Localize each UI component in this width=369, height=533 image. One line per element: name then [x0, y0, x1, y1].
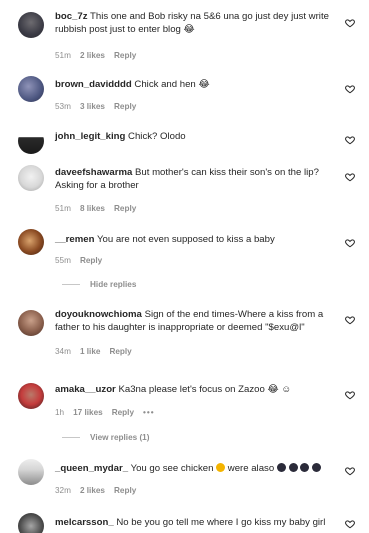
emoji-icon	[276, 463, 286, 472]
avatar[interactable]	[18, 229, 44, 255]
hide-replies-button[interactable]: Hide replies	[62, 280, 136, 289]
heart-icon[interactable]	[345, 519, 355, 529]
avatar[interactable]	[18, 12, 44, 38]
comment-username[interactable]: amaka__uzor	[55, 384, 116, 395]
emoji-icon	[288, 463, 298, 472]
laughing-emoji-icon	[216, 463, 226, 472]
emoji: 😂	[198, 79, 210, 90]
divider	[62, 284, 80, 285]
comment-meta: 53m 3 likes Reply	[55, 102, 145, 111]
comment-likes[interactable]: 2 likes	[80, 486, 105, 495]
avatar[interactable]	[18, 310, 44, 336]
reply-button[interactable]: Reply	[112, 408, 134, 417]
comment-body: You go see chicken	[130, 463, 214, 474]
comment-item: john_legit_king Chick? Olodo	[0, 128, 369, 154]
avatar[interactable]	[18, 165, 44, 191]
comment-likes[interactable]: 1 like	[80, 347, 101, 356]
comment-username[interactable]: __remen	[55, 234, 94, 245]
reply-button[interactable]: Reply	[114, 486, 136, 495]
comment-item: amaka__uzor Ka3na please let's focus on …	[0, 380, 369, 444]
comment-item: melcarsson_ No be you go tell me where I…	[0, 513, 369, 533]
heart-icon[interactable]	[345, 238, 355, 248]
comment-item: boc_7z This one and Bob risky na 5&6 una…	[0, 10, 369, 62]
comment-body: You are not even supposed to kiss a baby	[96, 234, 275, 245]
comment-username[interactable]: boc_7z	[55, 11, 88, 22]
heart-icon[interactable]	[345, 84, 355, 94]
heart-icon[interactable]	[345, 390, 355, 400]
emoji: 😂 ☺	[267, 384, 292, 395]
more-options-icon[interactable]: •••	[143, 408, 155, 417]
comment-likes[interactable]: 2 likes	[80, 51, 105, 60]
comment-body: Chick and hen	[134, 79, 196, 90]
reply-button[interactable]: Reply	[114, 102, 136, 111]
comment-time: 32m	[55, 486, 71, 495]
view-replies-button[interactable]: View replies (1)	[62, 433, 149, 442]
comment-text: melcarsson_ No be you go tell me where I…	[55, 516, 335, 529]
comment-text: daveefshawarma But mother's can kiss the…	[55, 166, 335, 193]
heart-icon[interactable]	[345, 466, 355, 476]
comment-meta: 1h 17 likes Reply •••	[55, 408, 164, 417]
heart-icon[interactable]	[345, 18, 355, 28]
comment-text: doyouknowchioma Sign of the end times-Wh…	[55, 308, 335, 335]
comment-body: Ka3na please let's focus on Zazoo	[118, 384, 265, 395]
avatar[interactable]	[18, 513, 44, 533]
avatar[interactable]	[18, 459, 44, 485]
reply-button[interactable]: Reply	[114, 204, 136, 213]
comment-time: 51m	[55, 204, 71, 213]
heart-icon[interactable]	[345, 172, 355, 182]
comment-username[interactable]: melcarsson_	[55, 517, 114, 528]
comment-likes[interactable]: 8 likes	[80, 204, 105, 213]
avatar[interactable]	[18, 383, 44, 409]
comment-item: daveefshawarma But mother's can kiss the…	[0, 165, 369, 215]
comment-item: _queen_mydar_ You go see chicken were al…	[0, 459, 369, 499]
heart-icon[interactable]	[345, 135, 355, 145]
comment-meta: 51m 8 likes Reply	[55, 204, 145, 213]
comment-meta: 51m 2 likes Reply	[55, 51, 145, 60]
comment-time: 34m	[55, 347, 71, 356]
comment-item: brown_davidddd Chick and hen 😂 53m 3 like…	[0, 76, 369, 116]
comment-time: 53m	[55, 102, 71, 111]
comment-body: Chick? Olodo	[128, 131, 186, 142]
comment-likes[interactable]: 3 likes	[80, 102, 105, 111]
comment-time: 51m	[55, 51, 71, 60]
heart-icon[interactable]	[345, 315, 355, 325]
avatar[interactable]	[18, 128, 44, 154]
emoji-icon	[311, 463, 321, 472]
comment-username[interactable]: john_legit_king	[55, 131, 125, 142]
divider	[62, 437, 80, 438]
comment-username[interactable]: _queen_mydar_	[55, 463, 128, 474]
comment-text: boc_7z This one and Bob risky na 5&6 una…	[55, 10, 335, 37]
comment-meta: 34m 1 like Reply	[55, 347, 141, 356]
comment-body-2: were alaso	[227, 463, 275, 474]
comment-item: doyouknowchioma Sign of the end times-Wh…	[0, 308, 369, 360]
comment-time: 55m	[55, 256, 71, 265]
comment-username[interactable]: daveefshawarma	[55, 167, 132, 178]
comment-username[interactable]: brown_davidddd	[55, 79, 132, 90]
comment-text: __remen You are not even supposed to kis…	[55, 233, 335, 246]
comment-likes[interactable]: 17 likes	[73, 408, 103, 417]
comment-body: No be you go tell me where I go kiss my …	[116, 517, 326, 528]
comment-text: amaka__uzor Ka3na please let's focus on …	[55, 383, 335, 396]
emoji: 😂	[183, 24, 195, 36]
comment-text: brown_davidddd Chick and hen 😂	[55, 78, 335, 91]
emoji-icon	[300, 463, 310, 472]
comment-meta: 55m Reply	[55, 256, 111, 265]
comment-item: __remen You are not even supposed to kis…	[0, 229, 369, 291]
comment-text: john_legit_king Chick? Olodo	[55, 130, 335, 143]
comment-username[interactable]: doyouknowchioma	[55, 309, 142, 320]
avatar[interactable]	[18, 76, 44, 102]
comment-time: 1h	[55, 408, 65, 417]
comment-meta: 32m 2 likes Reply	[55, 486, 145, 495]
comment-text: _queen_mydar_ You go see chicken were al…	[55, 462, 335, 475]
reply-button[interactable]: Reply	[80, 256, 102, 265]
reply-button[interactable]: Reply	[114, 51, 136, 60]
reply-button[interactable]: Reply	[109, 347, 131, 356]
